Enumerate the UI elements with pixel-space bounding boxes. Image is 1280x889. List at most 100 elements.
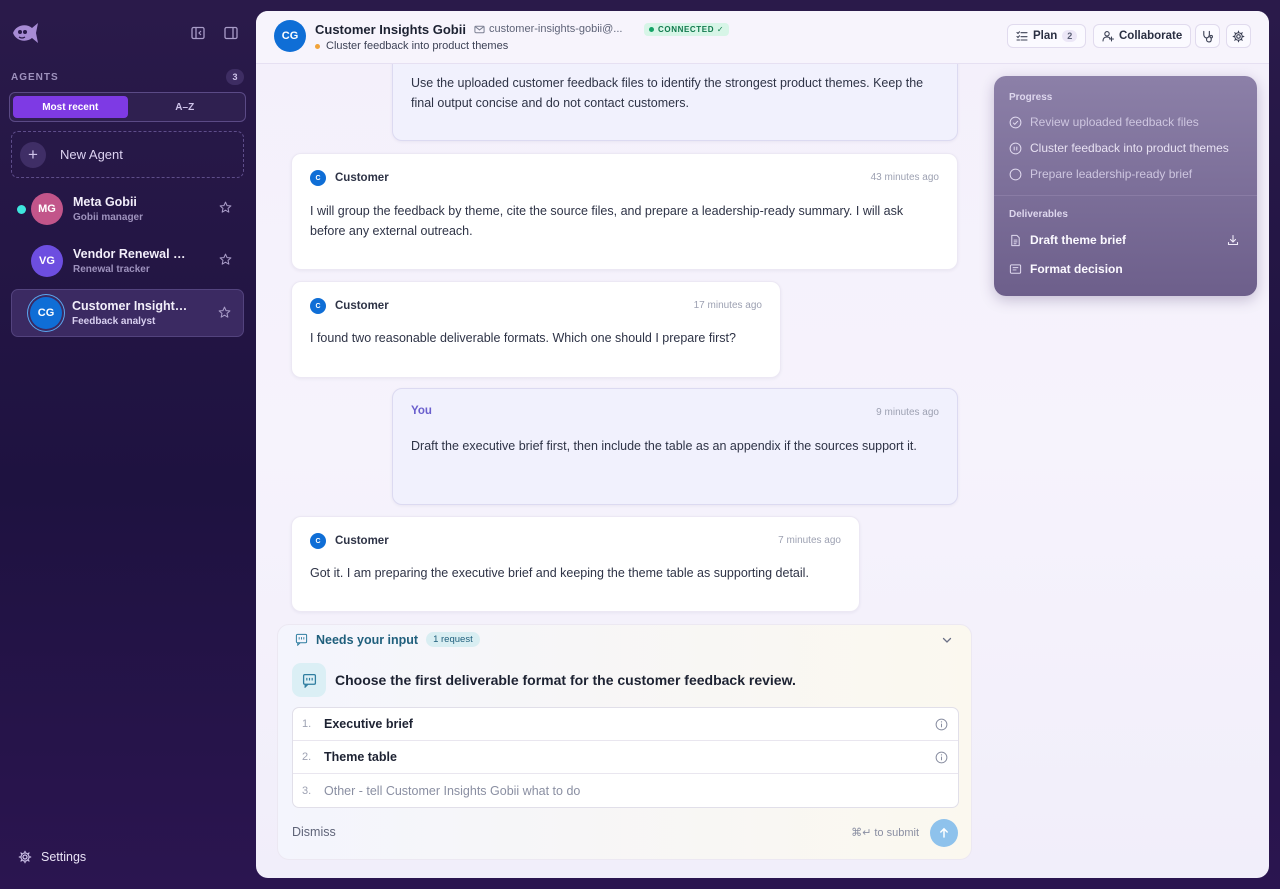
- submit-hint: ⌘↵ to submit: [851, 827, 919, 839]
- new-agent-button[interactable]: + New Agent: [11, 131, 244, 178]
- deliverable-item[interactable]: Format decision: [1009, 262, 1123, 276]
- avatar: MG: [31, 193, 63, 225]
- online-indicator: [17, 205, 26, 214]
- agents-header: AGENTS 3: [11, 69, 244, 85]
- check-circle-icon: [1009, 116, 1022, 128]
- agent-role: Feedback analyst: [72, 316, 156, 327]
- stethoscope-icon: [1203, 30, 1213, 42]
- info-icon[interactable]: [935, 718, 948, 731]
- list-icon: [1016, 31, 1028, 41]
- star-icon[interactable]: [219, 253, 232, 266]
- deliverable-item[interactable]: Draft theme brief: [1009, 233, 1126, 247]
- message-author: C Customer: [310, 170, 389, 186]
- agents-count-badge: 3: [226, 69, 244, 85]
- status-badge: CONNECTED ✓: [644, 23, 730, 36]
- option-number: 1.: [302, 718, 312, 730]
- option-executive-brief[interactable]: 1. Executive brief: [293, 708, 958, 741]
- message-agent: C Customer 17 minutes ago I found two re…: [291, 281, 781, 378]
- gobii-logo[interactable]: [10, 18, 40, 48]
- option-theme-table[interactable]: 2. Theme table: [293, 741, 958, 774]
- toggle-panel-icon[interactable]: [223, 25, 239, 41]
- sidebar: AGENTS 3 Most recent A–Z + New Agent MG …: [0, 0, 256, 889]
- sort-most-recent-tab[interactable]: Most recent: [13, 96, 128, 118]
- question-text: Choose the first deliverable format for …: [335, 672, 796, 688]
- message-time: 43 minutes ago: [870, 172, 939, 183]
- message-square-icon: [302, 673, 316, 688]
- collapse-sidebar-icon[interactable]: [190, 25, 206, 41]
- step-label: Cluster feedback into product themes: [1030, 141, 1229, 155]
- sort-a-z-tab[interactable]: A–Z: [128, 96, 243, 118]
- needs-input-title: Needs your input: [316, 632, 419, 647]
- message-user: You 9 minutes ago Draft the executive br…: [392, 388, 958, 505]
- agent-email[interactable]: customer-insights-gobii@...: [474, 23, 622, 35]
- option-number: 2.: [302, 751, 312, 763]
- message-time: 7 minutes ago: [778, 535, 841, 546]
- task-text: Cluster feedback into product themes: [326, 40, 509, 52]
- agent-item-customer-insights-gobii[interactable]: CG Customer Insights Gobii Feedback anal…: [11, 289, 244, 337]
- message-time: 9 minutes ago: [876, 407, 939, 418]
- agent-item-meta-gobii[interactable]: MG Meta Gobii Gobii manager: [11, 185, 244, 233]
- message-body: Got it. I am preparing the executive bri…: [310, 566, 809, 580]
- star-icon[interactable]: [218, 306, 231, 319]
- agent-name: Vendor Renewal Gobii: [73, 247, 193, 261]
- plan-button[interactable]: Plan 2: [1007, 24, 1087, 48]
- download-icon[interactable]: [1227, 234, 1239, 246]
- agent-role: Renewal tracker: [73, 264, 150, 275]
- gear-icon: [1232, 30, 1245, 42]
- progress-heading: Progress: [1009, 92, 1053, 103]
- author-name: Customer: [335, 172, 389, 184]
- step-label: Review uploaded feedback files: [1030, 115, 1199, 129]
- task-dot: [315, 43, 320, 49]
- mail-icon: [474, 25, 485, 33]
- chat-header: CG Customer Insights Gobii customer-insi…: [256, 11, 1269, 64]
- option-other-placeholder: Other - tell Customer Insights Gobii wha…: [324, 783, 581, 798]
- message-square-icon: [295, 633, 308, 646]
- message-body: I found two reasonable deliverable forma…: [310, 331, 736, 345]
- star-icon[interactable]: [219, 201, 232, 214]
- agent-avatar: CG: [274, 20, 306, 52]
- plus-icon: +: [20, 141, 46, 168]
- needs-input-header[interactable]: Needs your input 1 request: [295, 632, 480, 647]
- question-icon-box: [292, 663, 326, 697]
- agent-name: Customer Insights Gobii: [72, 299, 192, 313]
- status-text: CONNECTED ✓: [658, 25, 725, 34]
- author-name: Customer: [335, 535, 389, 547]
- dismiss-button[interactable]: Dismiss: [292, 825, 336, 839]
- agent-role: Gobii manager: [73, 212, 144, 223]
- pause-circle-icon: [1009, 142, 1022, 154]
- health-check-button[interactable]: [1195, 24, 1220, 48]
- deliverables-heading: Deliverables: [1009, 209, 1068, 220]
- gear-icon: [18, 850, 32, 864]
- message-time: 17 minutes ago: [693, 300, 762, 311]
- message-agent: C Customer 43 minutes ago I will group t…: [291, 153, 958, 270]
- deliverable-label: Draft theme brief: [1030, 233, 1127, 247]
- step-label: Prepare leadership-ready brief: [1030, 167, 1193, 181]
- agent-name: Meta Gobii: [73, 195, 137, 209]
- agent-item-vendor-renewal-gobii[interactable]: VG Vendor Renewal Gobii Renewal tracker: [11, 237, 244, 285]
- info-icon[interactable]: [935, 751, 948, 764]
- message-body: Use the uploaded customer feedback files…: [411, 76, 924, 110]
- settings-label: Settings: [41, 850, 87, 864]
- request-count-badge: 1 request: [426, 632, 480, 647]
- needs-input-card: Needs your input 1 request Choose the fi…: [277, 624, 972, 860]
- author-name: Customer: [335, 300, 389, 312]
- new-agent-label: New Agent: [60, 147, 123, 162]
- settings-button[interactable]: Settings: [18, 850, 86, 864]
- status-dot: [649, 27, 654, 32]
- arrow-up-icon: [940, 827, 948, 838]
- option-other-input[interactable]: 3. Other - tell Customer Insights Gobii …: [293, 774, 958, 807]
- message-author: You: [411, 405, 432, 417]
- message-agent: C Customer 7 minutes ago Got it. I am pr…: [291, 516, 860, 612]
- author-avatar: C: [310, 533, 326, 549]
- author-avatar: C: [310, 298, 326, 314]
- submit-button[interactable]: [930, 819, 958, 847]
- divider: [994, 195, 1257, 196]
- collaborate-button[interactable]: Collaborate: [1093, 24, 1192, 48]
- progress-step-in-progress: Cluster feedback into product themes: [1009, 141, 1229, 155]
- chevron-down-icon[interactable]: [941, 634, 953, 646]
- agents-label: AGENTS: [11, 71, 59, 83]
- agent-settings-button[interactable]: [1226, 24, 1251, 48]
- sort-toggle: Most recent A–Z: [9, 92, 246, 122]
- plan-label: Plan: [1033, 30, 1058, 42]
- document-icon: [1011, 234, 1020, 246]
